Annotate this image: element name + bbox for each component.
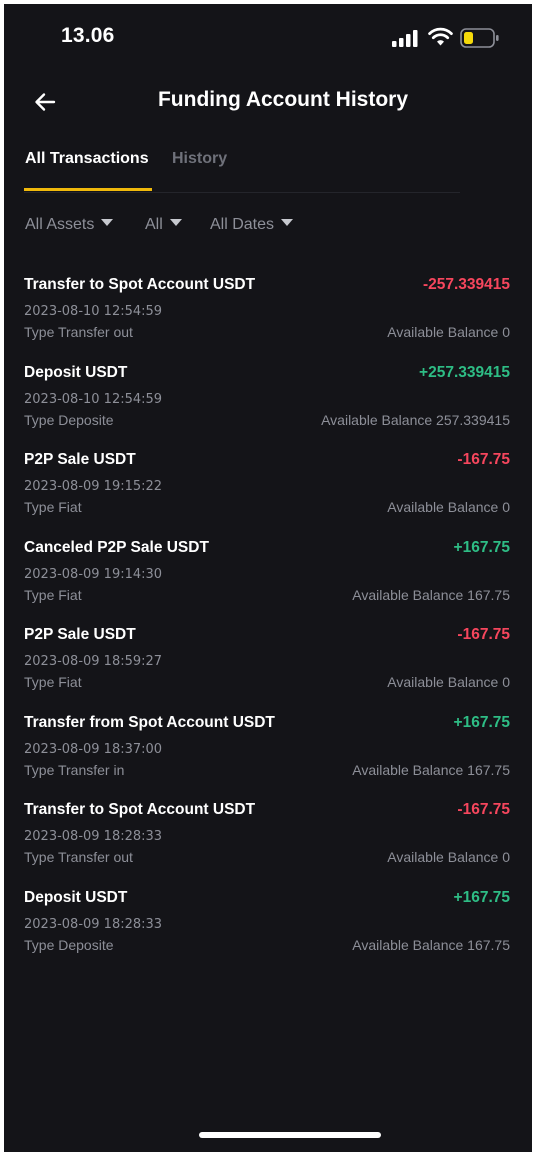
transaction-datetime: 2023-08-09 19:15:22: [24, 479, 163, 494]
transaction-datetime: 2023-08-09 19:14:30: [24, 566, 163, 582]
transaction-datetime: 2023-08-10 12:54:59: [24, 304, 163, 319]
phone-screen: 13.06 Funding Account History All Transa…: [4, 4, 532, 1152]
status-time: 13.06: [61, 24, 115, 47]
transaction-title: Transfer from Spot Account USDT: [24, 713, 275, 731]
transaction-amount: +167.75: [453, 538, 510, 556]
caret-down-icon: [169, 219, 182, 227]
filter-dates-dropdown[interactable]: All Dates: [210, 216, 294, 234]
available-balance: Available Balance 167.75: [352, 761, 510, 778]
transaction-type: Type Fiat: [24, 499, 82, 515]
transaction-type: Type Deposite: [24, 936, 114, 953]
transaction-title: P2P Sale USDT: [24, 626, 136, 643]
transaction-type: Type Transfer out: [24, 324, 133, 340]
transaction-amount: +167.75: [453, 888, 510, 906]
active-tab-indicator: [24, 188, 152, 191]
available-balance: Available Balance 0: [387, 324, 510, 340]
transaction-list: Transfer to Spot Account USDT -257.33941…: [4, 266, 532, 966]
transaction-row[interactable]: Transfer to Spot Account USDT -257.33941…: [4, 266, 532, 354]
transaction-amount: -167.75: [457, 801, 510, 818]
available-balance: Available Balance 0: [387, 849, 510, 865]
filter-dates-label: All Dates: [210, 216, 275, 233]
transaction-datetime: 2023-08-09 18:59:27: [24, 654, 163, 669]
transaction-datetime: 2023-08-09 18:37:00: [24, 741, 163, 757]
transaction-title: Transfer to Spot Account USDT: [24, 801, 256, 818]
transaction-title: Transfer to Spot Account USDT: [24, 276, 256, 293]
transaction-type: Type Transfer in: [24, 761, 125, 778]
transaction-type: Type Deposite: [24, 411, 114, 428]
transaction-row[interactable]: Canceled P2P Sale USDT +167.75 2023-08-0…: [4, 529, 532, 617]
home-indicator[interactable]: [199, 1132, 381, 1138]
page-title: Funding Account History: [157, 88, 409, 111]
transaction-datetime: 2023-08-09 18:28:33: [24, 829, 163, 844]
filter-type-dropdown[interactable]: All: [145, 216, 182, 234]
transaction-row[interactable]: Transfer from Spot Account USDT +167.75 …: [4, 704, 532, 792]
transaction-row[interactable]: P2P Sale USDT -167.75 2023-08-09 19:15:2…: [4, 441, 532, 529]
transaction-type: Type Transfer out: [24, 849, 133, 865]
transaction-title: P2P Sale USDT: [24, 451, 136, 468]
transaction-datetime: 2023-08-10 12:54:59: [24, 391, 163, 407]
caret-down-icon: [281, 219, 294, 227]
transaction-type: Type Fiat: [24, 586, 82, 603]
navigation-bar: Funding Account History: [4, 74, 532, 134]
wifi-icon: [428, 27, 453, 46]
transaction-type: Type Fiat: [24, 674, 82, 690]
filter-assets-label: All Assets: [25, 216, 95, 233]
caret-down-icon: [101, 219, 114, 227]
available-balance: Available Balance 0: [387, 674, 510, 690]
available-balance: Available Balance 167.75: [352, 936, 510, 953]
available-balance: Available Balance 257.339415: [321, 411, 510, 428]
status-bar: 13.06: [4, 4, 532, 74]
tab-bar: All Transactions History: [24, 144, 460, 193]
transaction-row[interactable]: Transfer to Spot Account USDT -167.75 20…: [4, 791, 532, 879]
available-balance: Available Balance 0: [387, 499, 510, 515]
transaction-title: Deposit USDT: [24, 888, 128, 906]
transaction-amount: -167.75: [457, 451, 510, 468]
transaction-row[interactable]: Deposit USDT +257.339415 2023-08-10 12:5…: [4, 354, 532, 442]
transaction-row[interactable]: Deposit USDT +167.75 2023-08-09 18:28:33…: [4, 879, 532, 967]
transaction-amount: +167.75: [453, 713, 510, 731]
transaction-amount: +257.339415: [419, 363, 510, 381]
filter-assets-dropdown[interactable]: All Assets: [25, 216, 114, 234]
tab-all-transactions[interactable]: All Transactions: [25, 150, 149, 168]
battery-low-icon: [460, 28, 499, 48]
cellular-signal-icon: [392, 30, 418, 47]
transaction-row[interactable]: P2P Sale USDT -167.75 2023-08-09 18:59:2…: [4, 616, 532, 704]
transaction-amount: -167.75: [457, 626, 510, 643]
tab-history[interactable]: History: [172, 150, 227, 168]
transaction-amount: -257.339415: [422, 276, 510, 293]
filter-type-label: All: [145, 216, 163, 233]
available-balance: Available Balance 167.75: [352, 586, 510, 603]
transaction-title: Deposit USDT: [24, 363, 128, 381]
transaction-title: Canceled P2P Sale USDT: [24, 538, 209, 556]
transaction-datetime: 2023-08-09 18:28:33: [24, 916, 163, 932]
